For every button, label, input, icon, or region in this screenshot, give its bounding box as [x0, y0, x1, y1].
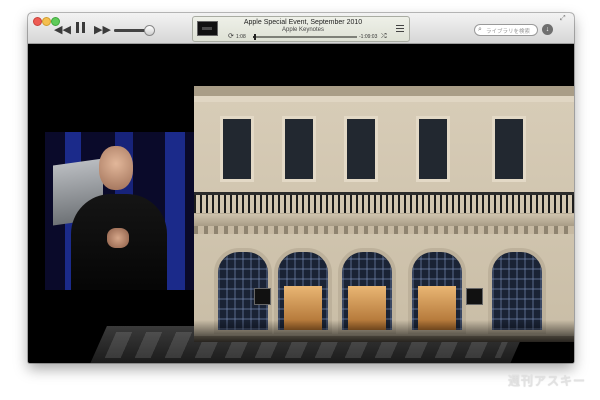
up-next-list-icon[interactable]: [396, 25, 404, 32]
track-title: Apple Special Event, September 2010: [243, 19, 363, 26]
track-subtitle: Apple Keynotes: [281, 27, 325, 33]
volume-knob[interactable]: [144, 25, 155, 36]
pause-icon[interactable]: [76, 22, 85, 33]
rewind-icon[interactable]: ◀◀: [54, 25, 71, 36]
search-placeholder: ライブラリを検索: [486, 29, 531, 35]
presenter-hands: [107, 228, 129, 248]
presenter-inset: [45, 132, 197, 290]
player-toolbar: ◀◀ ▶▶ Apple Special Event, September 201…: [28, 13, 574, 44]
publisher-watermark: 週刊アスキー: [508, 374, 587, 388]
apple-logo-sign: [254, 288, 271, 305]
search-icon: ⌕: [478, 26, 482, 33]
elapsed-time: 1:08: [236, 34, 246, 40]
close-button[interactable]: [33, 17, 42, 26]
volume-slider[interactable]: [114, 25, 155, 36]
volume-fill: [114, 29, 148, 32]
search-field[interactable]: ⌕ ライブラリを検索: [474, 24, 538, 36]
apple-logo-sign: [466, 288, 483, 305]
fullscreen-icon[interactable]: ⤢: [560, 15, 566, 23]
progress-playhead[interactable]: [254, 34, 257, 40]
itunes-window: ◀◀ ▶▶ Apple Special Event, September 201…: [28, 13, 574, 363]
progress-scrubber[interactable]: [253, 34, 357, 40]
minimize-button[interactable]: [42, 17, 51, 26]
keynote-video[interactable]: [28, 44, 574, 363]
download-icon[interactable]: ↓: [542, 24, 553, 35]
presenter-head: [99, 146, 133, 190]
fast-forward-icon[interactable]: ▶▶: [94, 25, 111, 36]
repeat-icon[interactable]: ⟳: [228, 33, 234, 40]
video-thumbnail[interactable]: [197, 21, 218, 36]
shuffle-icon[interactable]: ⤮: [381, 33, 387, 40]
store-facade: [194, 86, 574, 342]
now-playing-display: Apple Special Event, September 2010 Appl…: [192, 16, 410, 42]
remaining-time: -1:09:03: [359, 34, 378, 40]
